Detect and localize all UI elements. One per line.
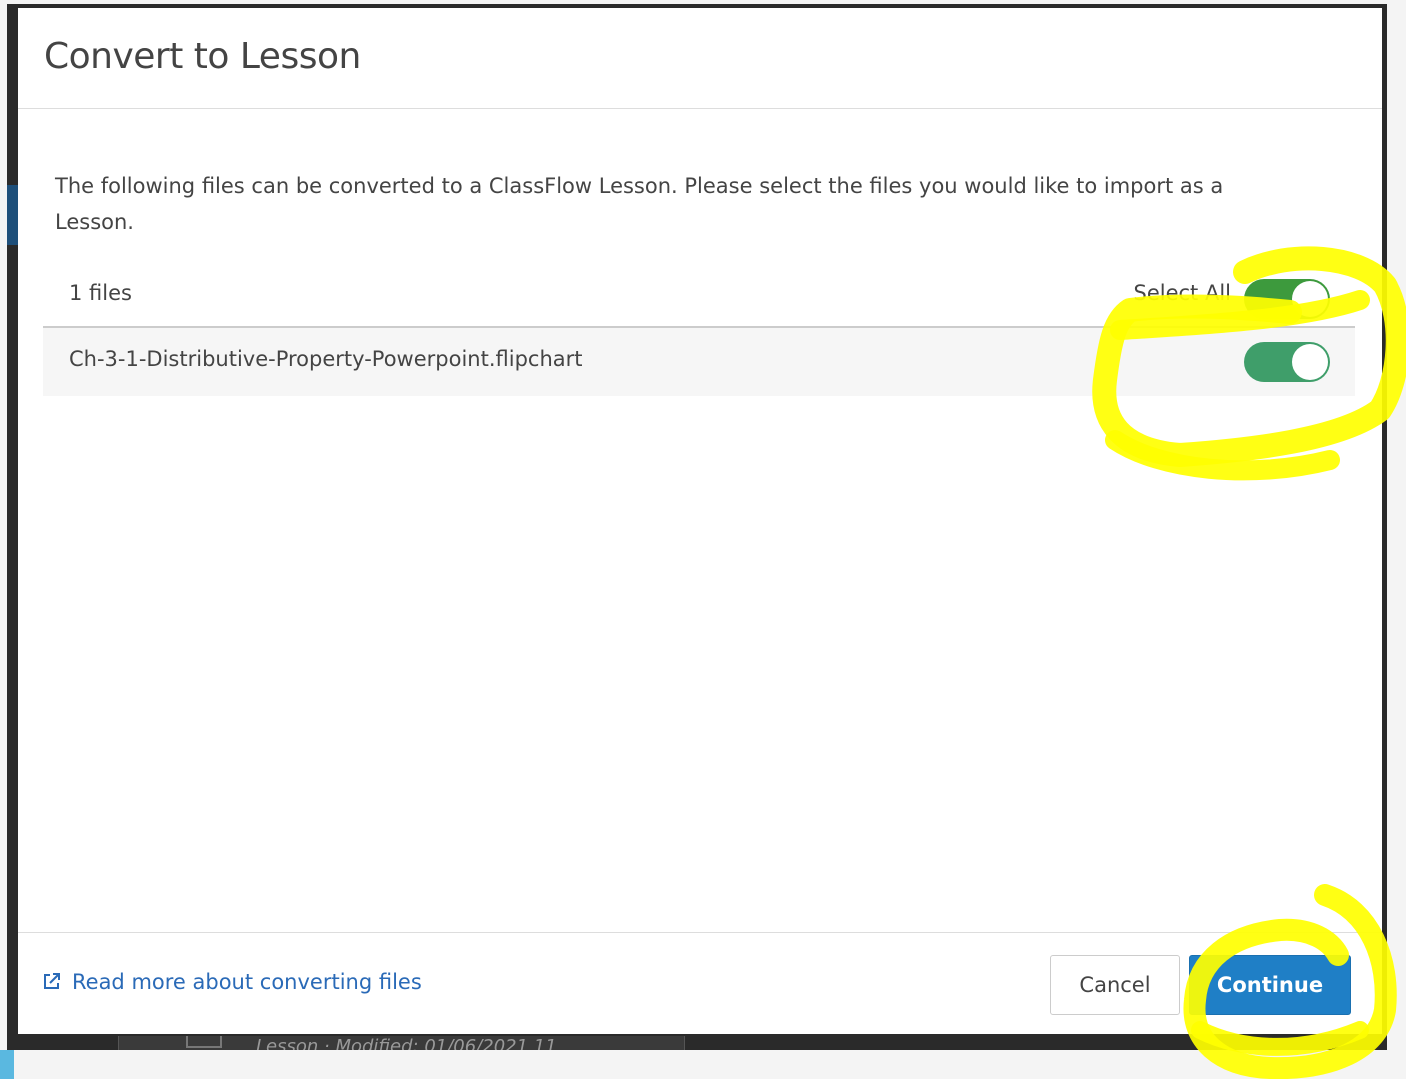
files-list-header: 1 files Select All bbox=[43, 271, 1355, 328]
select-all-toggle[interactable] bbox=[1244, 279, 1330, 319]
dialog-header: Convert to Lesson bbox=[18, 8, 1382, 109]
cancel-button[interactable]: Cancel bbox=[1050, 955, 1180, 1015]
continue-button[interactable]: Continue bbox=[1189, 955, 1351, 1015]
external-link-icon bbox=[44, 973, 60, 989]
toggle-knob bbox=[1292, 281, 1328, 317]
overlay-edge bbox=[1382, 4, 1387, 1050]
convert-to-lesson-dialog: Convert to Lesson The following files ca… bbox=[18, 8, 1382, 1034]
file-select-toggle[interactable] bbox=[1244, 342, 1330, 382]
file-list-item[interactable]: Ch-3-1-Distributive-Property-Powerpoint.… bbox=[43, 328, 1355, 396]
read-more-link[interactable]: Read more about converting files bbox=[42, 970, 422, 994]
background-logo-fragment bbox=[0, 1050, 14, 1079]
files-count: 1 files bbox=[69, 281, 132, 305]
dialog-title: Convert to Lesson bbox=[44, 36, 361, 77]
dialog-footer: Read more about converting files Cancel … bbox=[18, 932, 1382, 1034]
background-lesson-meta: Lesson · Modified: 01/06/2021 11 bbox=[256, 1036, 557, 1050]
read-more-label: Read more about converting files bbox=[72, 970, 422, 994]
dialog-description: The following files can be converted to … bbox=[55, 174, 1224, 234]
lesson-list-icon bbox=[186, 1036, 222, 1048]
select-all-label: Select All bbox=[1133, 281, 1232, 305]
toggle-knob bbox=[1292, 344, 1328, 380]
file-name: Ch-3-1-Distributive-Property-Powerpoint.… bbox=[69, 347, 583, 371]
